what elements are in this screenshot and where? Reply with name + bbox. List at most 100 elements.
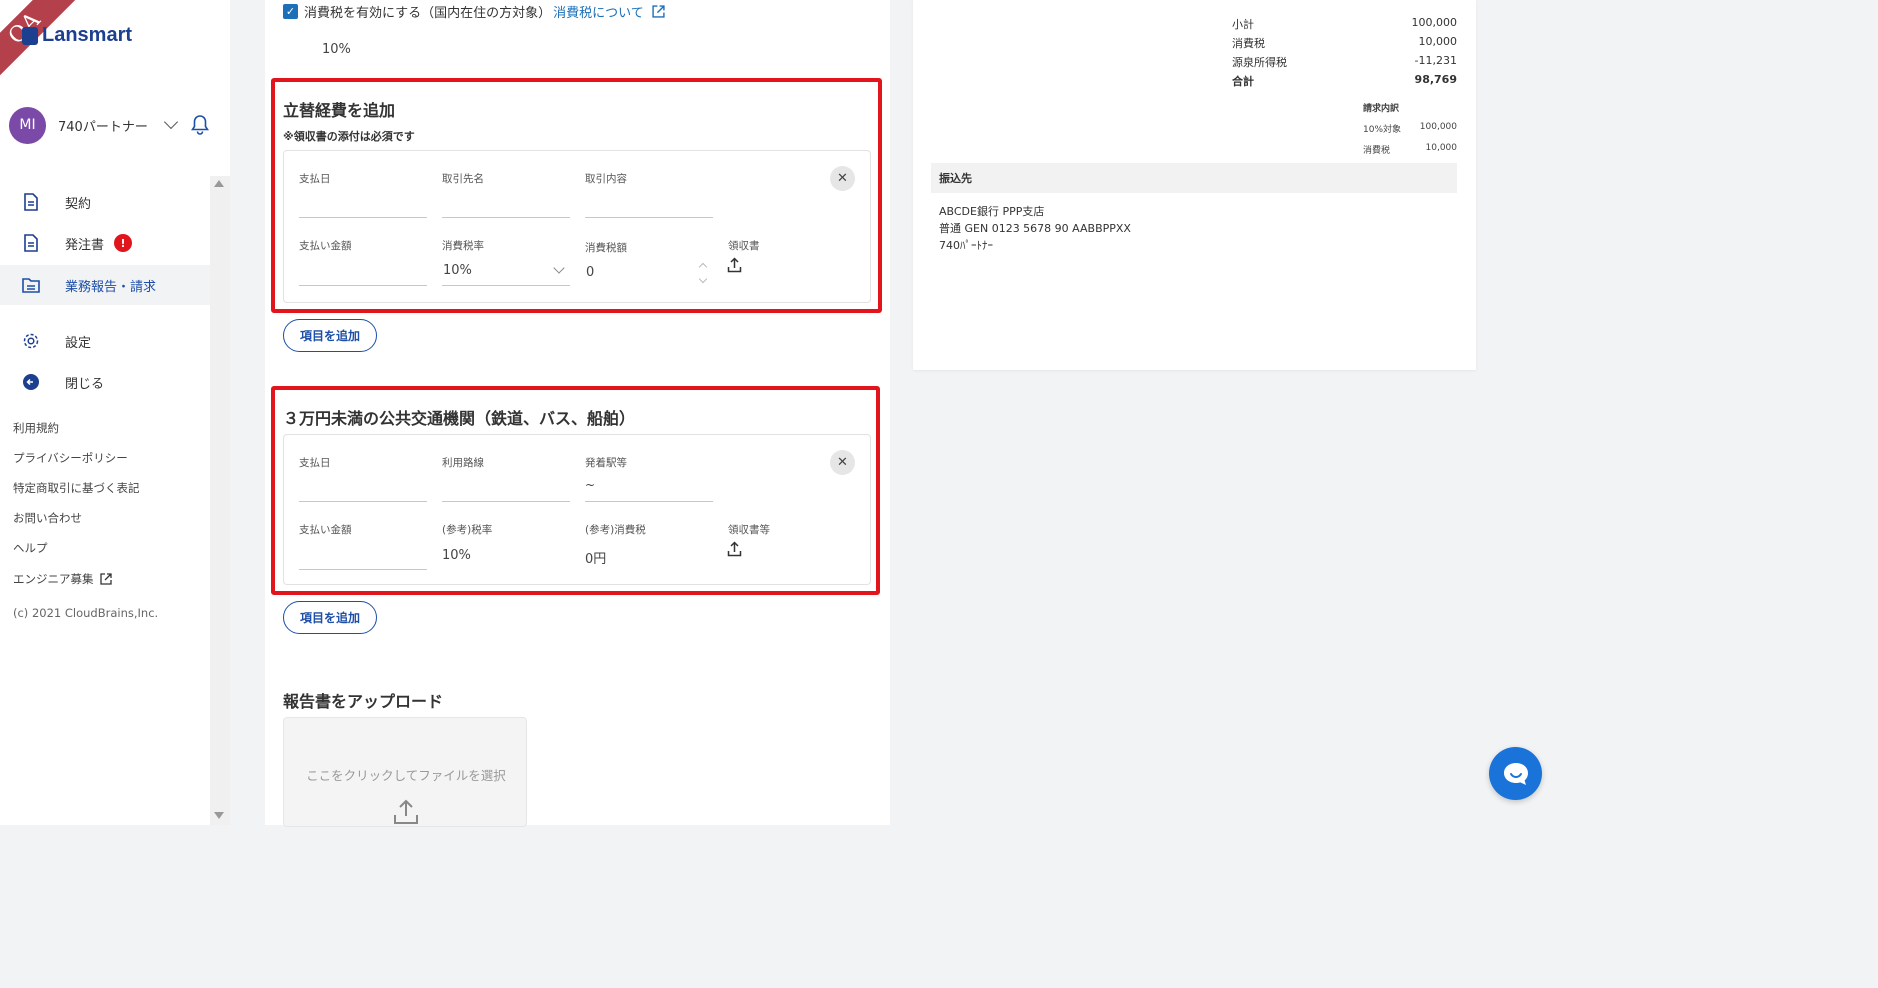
breakdown-tax-label: 消費税	[1363, 146, 1391, 156]
transit-amount-label: 支払い金額	[299, 524, 352, 536]
external-link-icon[interactable]	[652, 5, 665, 18]
expense-receipt-label: 領収書	[728, 240, 760, 252]
close-icon: ✕	[837, 455, 848, 470]
transit-ref-tax-rate-value: 10%	[442, 548, 471, 563]
privacy-label: プライバシーポリシー	[13, 451, 128, 465]
expense-date-input[interactable]	[299, 217, 427, 218]
privacy-link[interactable]: プライバシーポリシー	[13, 450, 128, 466]
transit-receipt-label: 領収書等	[728, 524, 770, 536]
remove-expense-button[interactable]: ✕	[830, 166, 855, 191]
upload-icon	[394, 799, 418, 824]
add-expense-button[interactable]: 項目を追加	[283, 319, 377, 352]
transit-stations-input[interactable]: ~	[585, 478, 595, 492]
gear-icon	[22, 332, 40, 350]
logo[interactable]: Lansmart	[22, 24, 132, 47]
bank-header: 振込先	[931, 163, 1457, 193]
document-icon	[22, 234, 40, 252]
logo-text: Lansmart	[42, 24, 133, 46]
withholding-label: 源泉所得税	[1232, 56, 1287, 69]
tax-checkbox-row[interactable]: ✓ 消費税を有効にする（国内在住の方対象） 消費税について	[283, 2, 665, 21]
user-name: 740パートナー	[58, 119, 148, 135]
transit-ref-tax-value: 0円	[585, 552, 607, 567]
sidebar-item-reports[interactable]: 業務報告・請求	[0, 265, 210, 305]
terms-link[interactable]: 利用規約	[13, 420, 59, 436]
chat-button[interactable]	[1489, 747, 1542, 800]
help-label: ヘルプ	[13, 541, 48, 555]
expense-content-label: 取引内容	[585, 173, 627, 185]
report-dropzone[interactable]: ここをクリックしてファイルを選択	[283, 717, 527, 827]
subtotal-value: 100,000	[1411, 16, 1458, 29]
upload-icon[interactable]	[727, 541, 742, 557]
expense-item-card	[283, 150, 871, 303]
expense-tax-amount-input[interactable]: 0	[586, 265, 594, 280]
bank-line-2: 普通 GEN 0123 5678 90 AABBPPXX	[939, 222, 1131, 235]
transit-ref-tax-rate-label: (参考)税率	[442, 524, 493, 536]
checkbox-checked-icon[interactable]: ✓	[283, 4, 298, 19]
remove-transit-button[interactable]: ✕	[830, 450, 855, 475]
tax-value: 10,000	[1418, 35, 1458, 48]
total-value: 98,769	[1414, 73, 1457, 86]
subtotal-row: 小計 100,000	[1232, 16, 1457, 32]
total-label: 合計	[1232, 75, 1254, 88]
sidebar-item-label: 設定	[65, 335, 92, 351]
expense-date-label: 支払日	[299, 173, 331, 185]
sidebar-item-label: 契約	[65, 196, 92, 212]
user-menu[interactable]: MI 740パートナー	[9, 106, 219, 144]
transit-title: ３万円未満の公共交通機関（鉄道、バス、船舶）	[283, 409, 636, 428]
contact-label: お問い合わせ	[13, 511, 82, 525]
transit-stations-underline	[585, 501, 713, 502]
add-transit-button[interactable]: 項目を追加	[283, 601, 377, 634]
subtotal-label: 小計	[1232, 18, 1254, 31]
sidebar-item-settings[interactable]: 設定	[0, 321, 210, 361]
transit-route-label: 利用路線	[442, 457, 484, 469]
help-link[interactable]: ヘルプ	[13, 540, 48, 556]
tax-row: 消費税 10,000	[1232, 35, 1457, 51]
arrow-left-circle-icon	[22, 373, 40, 391]
contact-link[interactable]: お問い合わせ	[13, 510, 82, 526]
copyright: (c) 2021 CloudBrains,Inc.	[13, 606, 159, 620]
close-icon: ✕	[837, 171, 848, 186]
transit-stations-label: 発着駅等	[585, 457, 627, 469]
expense-tax-amount-label: 消費税額	[585, 242, 627, 254]
withholding-value: -11,231	[1414, 54, 1457, 67]
avatar: MI	[9, 106, 46, 144]
transit-item-card	[283, 434, 871, 585]
transit-route-input[interactable]	[442, 501, 570, 502]
scroll-down-icon[interactable]	[214, 812, 224, 819]
sidebar-scrollbar[interactable]	[210, 176, 230, 825]
bank-line-3: 740ﾊﾟｰﾄﾅｰ	[939, 239, 993, 252]
breakdown-10-value: 100,000	[1419, 122, 1457, 132]
sidebar-item-label: 業務報告・請求	[65, 279, 157, 295]
expenses-title: 立替経費を追加	[283, 101, 396, 120]
upload-title: 報告書をアップロード	[283, 692, 444, 711]
bank-line-1: ABCDE銀行 PPP支店	[939, 205, 1045, 218]
tax-info-link[interactable]: 消費税について	[553, 2, 644, 21]
expense-tax-rate-label: 消費税率	[442, 240, 484, 252]
breakdown-tax-value: 10,000	[1425, 143, 1458, 153]
upload-icon[interactable]	[727, 257, 742, 273]
sidebar: QA Lansmart MI 740パートナー 契約 発注書 ! 業務報告・請求	[0, 0, 230, 825]
expense-tax-rate-select[interactable]: 10%	[443, 263, 472, 278]
engineer-link[interactable]: エンジニア募集	[13, 571, 112, 587]
bell-icon[interactable]	[190, 114, 210, 136]
transit-amount-input[interactable]	[299, 569, 427, 570]
tax-checkbox-label: 消費税を有効にする（国内在住の方対象）	[304, 6, 552, 21]
expense-vendor-input[interactable]	[442, 217, 570, 218]
sidebar-item-orders[interactable]: 発注書 !	[0, 223, 210, 263]
expenses-note: ※領収書の添付は必須です	[283, 130, 415, 143]
folder-icon	[22, 276, 40, 294]
sidebar-item-contract[interactable]: 契約	[0, 182, 210, 222]
scroll-up-icon[interactable]	[214, 180, 224, 187]
commerce-link[interactable]: 特定商取引に基づく表記	[13, 480, 140, 496]
expense-amount-input[interactable]	[299, 285, 427, 286]
chat-icon	[1503, 762, 1528, 785]
sidebar-item-close[interactable]: 閉じる	[0, 362, 210, 402]
expense-vendor-label: 取引先名	[442, 173, 484, 185]
external-link-icon	[99, 573, 112, 585]
breakdown-title: 請求内訳	[1363, 101, 1457, 114]
logo-mark-icon	[22, 26, 38, 45]
transit-date-input[interactable]	[299, 501, 427, 502]
tax-label: 消費税	[1232, 37, 1265, 50]
breakdown-10-row: 10%対象 100,000	[1363, 122, 1457, 135]
expense-content-input[interactable]	[585, 217, 713, 218]
